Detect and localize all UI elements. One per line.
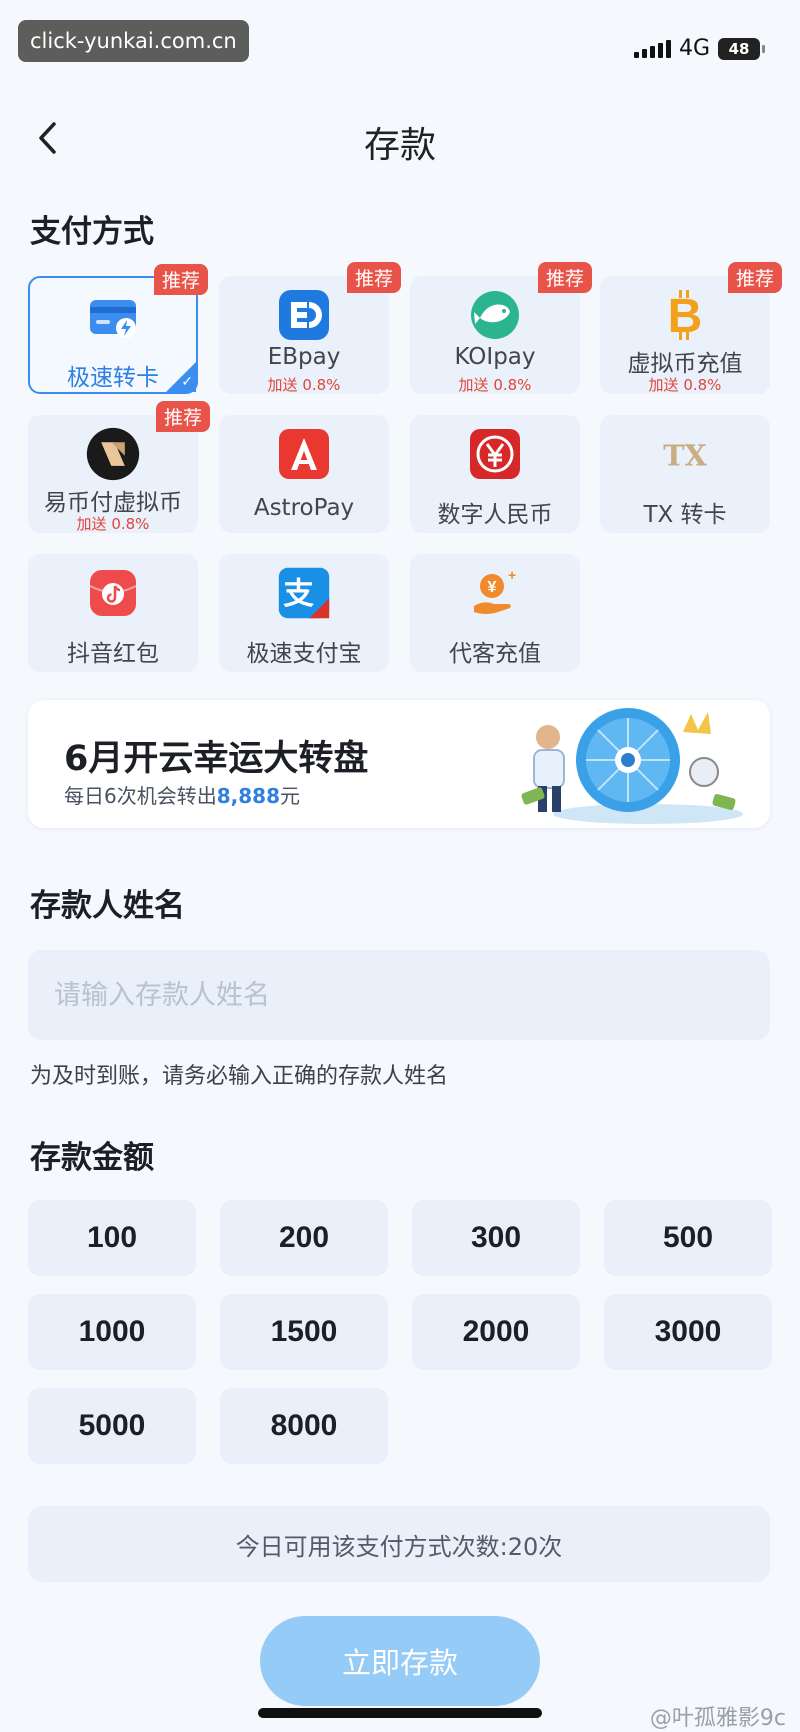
tx-logo-icon: TX xyxy=(658,427,712,481)
payment-bonus-label: 加送 0.8% xyxy=(76,515,150,533)
signal-icon xyxy=(633,39,671,58)
payment-method-card[interactable]: EBpay 加送 0.8% 推荐 xyxy=(219,262,401,394)
amount-option-button[interactable]: 1500 xyxy=(220,1294,388,1370)
svg-text:+: + xyxy=(508,567,516,583)
status-bar: 4G 48 xyxy=(633,36,765,61)
payment-method-name: 抖音红包 xyxy=(67,641,159,667)
payment-bonus-label: 加送 0.8% xyxy=(458,376,532,394)
payment-method-card[interactable]: AstroPay xyxy=(219,415,389,533)
payment-method-card[interactable]: 极速转卡 推荐 ✓ xyxy=(28,264,208,394)
digital-yuan-icon xyxy=(468,427,522,481)
svg-text:TX: TX xyxy=(663,439,707,473)
payment-method-name: 代客充值 xyxy=(449,641,541,667)
payment-section-title: 支付方式 xyxy=(30,214,154,250)
lucky-wheel-illustration xyxy=(521,708,743,824)
svg-text:B: B xyxy=(668,290,703,342)
battery-level: 48 xyxy=(728,39,750,58)
amount-option-button[interactable]: 100 xyxy=(28,1200,196,1276)
payment-method-name: EBpay xyxy=(267,344,341,370)
checkmark-icon: ✓ xyxy=(181,374,193,390)
recommended-badge: 推荐 xyxy=(727,262,782,293)
payment-method-card[interactable]: B 虚拟币充值 加送 0.8% 推荐 xyxy=(600,262,782,394)
payment-method-card[interactable]: KOIpay 加送 0.8% 推荐 xyxy=(410,262,592,394)
network-label: 4G xyxy=(678,36,710,61)
payment-method-card[interactable]: 支极速支付宝 xyxy=(219,554,389,672)
recommended-badge: 推荐 xyxy=(346,262,401,293)
battery-icon: 48 xyxy=(718,37,765,60)
payment-method-name: 数字人民币 xyxy=(437,502,553,528)
watermark-url: click-yunkai.com.cn xyxy=(18,20,249,62)
payment-bonus-label: 加送 0.8% xyxy=(267,376,341,394)
ebpay-logo-icon xyxy=(277,288,331,342)
card-lightning-icon xyxy=(86,290,140,344)
amount-option-button[interactable]: 1000 xyxy=(28,1294,196,1370)
bitcoin-icon: B xyxy=(658,288,712,342)
payment-method-name: TX 转卡 xyxy=(643,502,727,528)
amount-option-button[interactable]: 3000 xyxy=(604,1294,772,1370)
depositor-name-input[interactable] xyxy=(28,950,770,1040)
payment-method-name: 极速支付宝 xyxy=(246,641,362,667)
payment-method-card[interactable]: 易币付虚拟币 加送 0.8% 推荐 xyxy=(28,401,210,533)
payment-method-name: KOIpay xyxy=(454,344,536,370)
payment-method-card[interactable]: ¥ + 代客充值 xyxy=(410,554,580,672)
payment-bonus-label: 加送 0.8% xyxy=(648,376,722,394)
banner-amount: 8,888 xyxy=(216,784,280,808)
payment-method-name: 易币付虚拟币 xyxy=(44,490,182,516)
page-title: 存款 xyxy=(363,125,436,166)
depositor-section-title: 存款人姓名 xyxy=(30,888,185,924)
usage-count-text: 今日可用该支付方式次数:20次 xyxy=(28,1506,770,1582)
amount-option-button[interactable]: 8000 xyxy=(220,1388,388,1464)
alipay-icon: 支 xyxy=(277,566,331,620)
banner-subtitle-prefix: 每日6次机会转出 xyxy=(64,784,217,808)
agent-recharge-icon: ¥ + xyxy=(468,566,522,620)
recommended-badge: 推荐 xyxy=(153,264,208,295)
astropay-logo-icon xyxy=(277,427,331,481)
yibifu-logo-icon xyxy=(86,427,140,481)
home-indicator xyxy=(258,1708,542,1718)
depositor-hint: 为及时到账，请务必输入正确的存款人姓名 xyxy=(30,1064,449,1089)
recommended-badge: 推荐 xyxy=(537,262,592,293)
payment-method-card[interactable]: 抖音红包 xyxy=(28,554,198,672)
amount-option-button[interactable]: 5000 xyxy=(28,1388,196,1464)
payment-method-name: AstroPay xyxy=(253,495,355,521)
corner-watermark: @叶孤雅影9c xyxy=(649,1706,786,1731)
amount-option-button[interactable]: 2000 xyxy=(412,1294,580,1370)
payment-method-card[interactable]: TX TX 转卡 xyxy=(600,415,770,533)
payment-method-card[interactable]: 数字人民币 xyxy=(410,415,580,533)
amount-option-button[interactable]: 200 xyxy=(220,1200,388,1276)
svg-text:¥: ¥ xyxy=(488,579,497,596)
amount-section-title: 存款金额 xyxy=(30,1140,154,1176)
recommended-badge: 推荐 xyxy=(155,401,210,432)
amount-option-button[interactable]: 500 xyxy=(604,1200,772,1276)
banner-subtitle: 每日6次机会转出8,888元 xyxy=(64,780,300,809)
deposit-submit-button[interactable]: 立即存款 xyxy=(260,1616,540,1706)
douyin-redpacket-icon xyxy=(86,566,140,620)
lucky-wheel-banner[interactable]: 6月开云幸运大转盘 每日6次机会转出8,888元 xyxy=(28,700,770,828)
payment-method-name: 虚拟币充值 xyxy=(627,351,743,377)
koi-fish-icon xyxy=(468,288,522,342)
svg-text:支: 支 xyxy=(283,577,314,612)
banner-title: 6月开云幸运大转盘 xyxy=(64,739,369,779)
amount-option-button[interactable]: 300 xyxy=(412,1200,580,1276)
banner-subtitle-suffix: 元 xyxy=(280,784,300,808)
